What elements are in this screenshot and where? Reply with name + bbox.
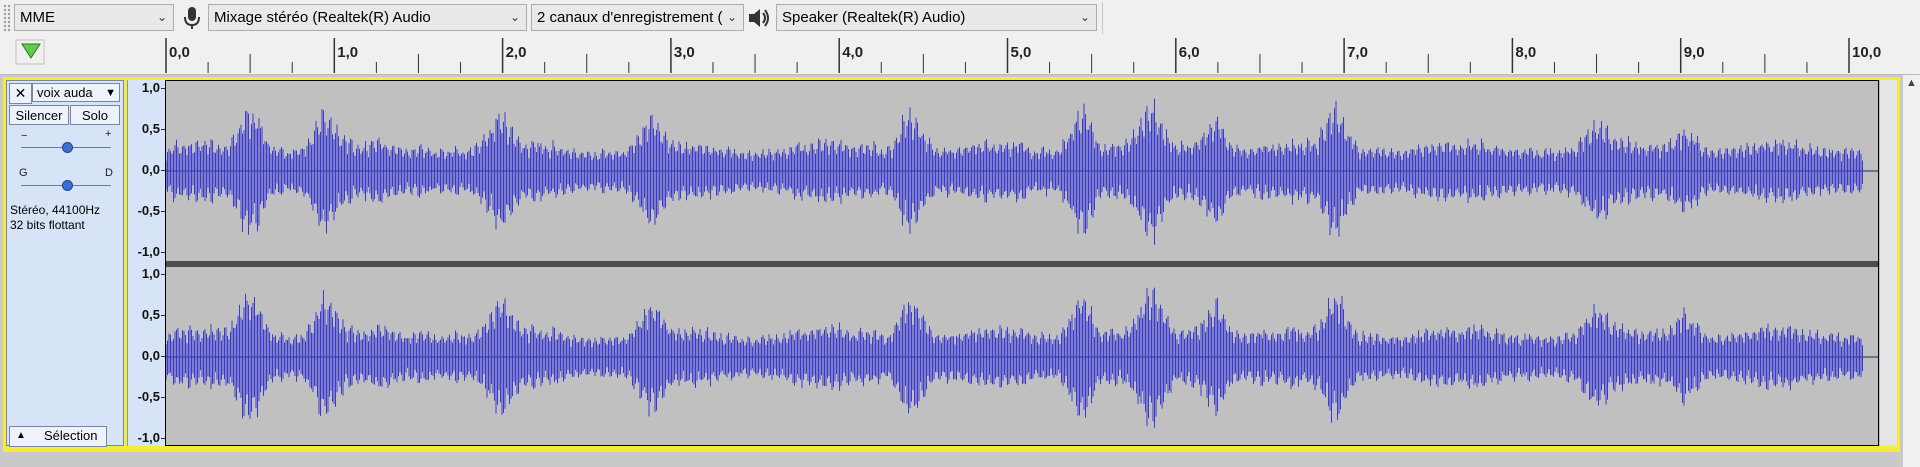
tracks-bottom-bar — [0, 452, 1903, 467]
amplitude-label: 0,0 — [141, 162, 160, 177]
ruler-label: 3,0 — [674, 44, 695, 61]
wave-channel-right — [166, 287, 1878, 428]
amplitude-label: -0,5 — [137, 389, 160, 404]
playback-device-select[interactable]: Speaker (Realtek(R) Audio) ⌄ — [776, 4, 1097, 31]
waveform-path — [166, 287, 1863, 428]
ruler-label: 6,0 — [1179, 44, 1200, 61]
track-format-depth: 32 bits flottant — [10, 218, 85, 232]
ruler-label: 1,0 — [337, 44, 358, 61]
amplitude-ruler[interactable]: 1,0 0,5 0,0 -0,5 -1,0 1,0 0,5 0,0 -0,5 -1,0 — [127, 80, 166, 446]
track-name-menu[interactable]: voix auda ▼ — [32, 83, 120, 102]
recording-channels-select[interactable]: 2 canaux d'enregistrement ( ⌄ — [531, 4, 744, 31]
collapse-triangle-icon[interactable]: ▲ — [16, 427, 26, 445]
pan-slider-thumb[interactable] — [62, 180, 73, 191]
channel-separator — [166, 261, 1878, 267]
pan-right-label: D — [105, 167, 113, 179]
ruler-label: 8,0 — [1515, 44, 1536, 61]
tracks-area[interactable]: ✕ voix auda ▼ Silencer Solo − + G D Stér… — [0, 75, 1920, 467]
mute-button[interactable]: Silencer — [9, 105, 69, 125]
device-toolbar: MME ⌄ Mixage stéréo (Realtek(R) Audio ⌄ … — [0, 0, 1920, 37]
track-format-info: Stéréo, 44100Hz 32 bits flottant — [10, 203, 100, 233]
solo-button[interactable]: Solo — [70, 105, 120, 125]
gain-plus-label: + — [105, 128, 112, 140]
chevron-down-icon: ⌄ — [156, 10, 167, 24]
ruler-label: 9,0 — [1684, 44, 1705, 61]
speaker-icon[interactable] — [746, 5, 772, 31]
close-track-button[interactable]: ✕ — [9, 83, 32, 104]
ruler-label: 10,0 — [1852, 44, 1881, 61]
toolbar-separator — [1102, 2, 1103, 34]
amplitude-label: 0,5 — [141, 307, 160, 322]
ruler-label: 5,0 — [1011, 44, 1032, 61]
amplitude-label: 1,0 — [141, 80, 160, 95]
amplitude-label: -1,0 — [137, 430, 160, 445]
waveform-path — [166, 98, 1863, 245]
audio-host-select[interactable]: MME ⌄ — [14, 4, 174, 31]
amplitude-label: 0,5 — [141, 121, 160, 136]
amplitude-label: 0,0 — [141, 348, 160, 363]
select-track-label: Sélection — [44, 428, 98, 443]
ruler-label: 4,0 — [842, 44, 863, 61]
timeline-ruler-svg: 0,0 1,0 2,0 3,0 4,0 5,0 6,0 7,0 8,0 9,0 10,0 — [15, 38, 1881, 73]
ruler-label: 2,0 — [506, 44, 527, 61]
vertical-scrollbar[interactable]: ▲ — [1903, 75, 1920, 467]
track-name: voix auda — [37, 85, 93, 100]
track-right-strip — [1879, 80, 1897, 446]
dropdown-triangle-icon: ▼ — [105, 87, 116, 99]
track-control-panel[interactable]: ✕ voix auda ▼ Silencer Solo − + G D Stér… — [6, 80, 124, 447]
recording-device-value: Mixage stéréo (Realtek(R) Audio — [214, 9, 431, 26]
amplitude-label: 1,0 — [141, 266, 160, 281]
toolbar-grip[interactable] — [3, 4, 11, 32]
amplitude-label: -1,0 — [137, 244, 160, 259]
ruler-label: 0,0 — [169, 44, 190, 61]
timeline-ruler[interactable]: 0,0 1,0 2,0 3,0 4,0 5,0 6,0 7,0 8,0 9,0 10,0 — [0, 36, 1920, 75]
play-head-triangle-icon[interactable] — [15, 39, 45, 65]
recording-channels-value: 2 canaux d'enregistrement ( — [537, 9, 723, 26]
scroll-up-arrow-icon[interactable]: ▲ — [1906, 77, 1917, 89]
wave-channel-left — [166, 98, 1878, 245]
audio-host-value: MME — [20, 9, 55, 26]
ruler-ticks — [165, 38, 1850, 73]
waveform-area[interactable] — [165, 80, 1879, 446]
chevron-down-icon: ⌄ — [726, 10, 737, 24]
microphone-icon[interactable] — [179, 5, 205, 31]
gain-slider-thumb[interactable] — [62, 142, 73, 153]
recording-device-select[interactable]: Mixage stéréo (Realtek(R) Audio ⌄ — [208, 4, 527, 31]
track-format-rate: Stéréo, 44100Hz — [10, 203, 101, 217]
chevron-down-icon: ⌄ — [509, 10, 520, 24]
pan-left-label: G — [19, 167, 28, 179]
gain-minus-label: − — [21, 130, 28, 142]
ruler-label: 7,0 — [1347, 44, 1368, 61]
ruler-labels: 0,0 1,0 2,0 3,0 4,0 5,0 6,0 7,0 8,0 9,0 10,0 — [169, 44, 1881, 61]
playback-device-value: Speaker (Realtek(R) Audio) — [782, 9, 966, 26]
chevron-down-icon: ⌄ — [1079, 10, 1090, 24]
amplitude-label: -0,5 — [137, 203, 160, 218]
select-track-button[interactable]: ▲ Sélection — [9, 426, 107, 447]
